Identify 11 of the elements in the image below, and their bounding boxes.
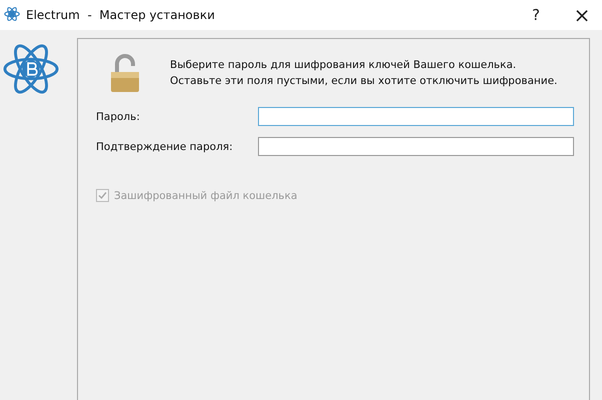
field-label: Пароль: — [96, 110, 141, 122]
checkbox-label: Зашифрованный файл кошелька — [114, 190, 298, 202]
help-button[interactable]: ? — [516, 0, 556, 30]
password-field[interactable] — [258, 107, 574, 126]
field-label: Подтверждение пароля: — [96, 140, 234, 152]
instruction-text: Оставьте эти поля пустыми, если вы хотите отключить шифрование. — [170, 74, 558, 89]
close-button[interactable]: × — [562, 0, 602, 30]
window-title: Electrum - Мастер установки — [26, 8, 216, 22]
padlock-icon — [110, 53, 140, 93]
password-field[interactable] — [258, 137, 574, 156]
instruction-text: Выберите пароль для шифрования ключей Вашего кошелька. — [170, 58, 518, 73]
